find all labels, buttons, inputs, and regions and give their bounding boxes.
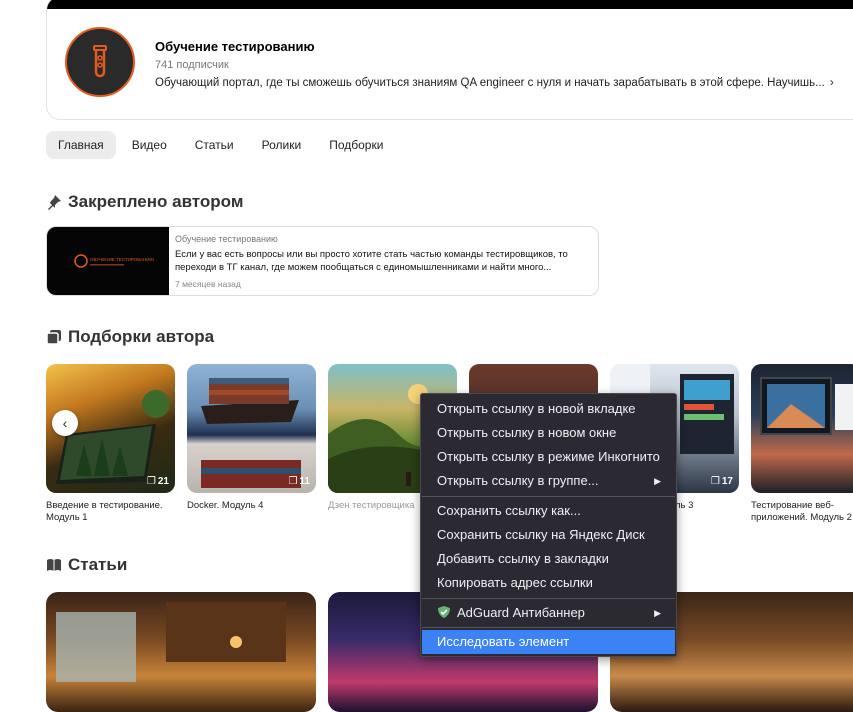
channel-description-text: Обучающий портал, где ты сможешь обучить…	[155, 77, 825, 89]
tab-main[interactable]: Главная	[46, 131, 116, 159]
collection-tile[interactable]: ❐ 11	[187, 364, 316, 493]
tab-collections[interactable]: Подборки	[317, 131, 395, 159]
channel-banner	[47, 0, 853, 9]
stack-icon: ❐	[146, 476, 156, 487]
menu-save-to-yandex-disk[interactable]: Сохранить ссылку на Яндекс Диск	[422, 523, 675, 547]
tab-articles[interactable]: Статьи	[183, 131, 246, 159]
pinned-thumb-art: ОБУЧЕНИЕ ТЕСТИРОВАНИЮ	[74, 254, 155, 268]
collection-count-badge: ❐ 21	[147, 476, 169, 487]
context-menu: Открыть ссылку в новой вкладке Открыть с…	[420, 393, 677, 657]
channel-header-card: Обучение тестированию 741 подписчик Обуч…	[46, 0, 853, 120]
flask-icon	[93, 45, 107, 78]
collection-tile[interactable]	[751, 364, 853, 493]
article-thumbnail	[56, 602, 286, 682]
collection-title[interactable]: Введение в тестирование. Модуль 1	[46, 500, 175, 524]
collection-title[interactable]: Тестирование веб-приложений. Модуль 2	[751, 500, 853, 524]
collection-count-badge: ❐ 17	[711, 476, 733, 487]
channel-title[interactable]: Обучение тестированию	[155, 39, 315, 54]
pinned-section-label: Закреплено автором	[68, 192, 244, 211]
menu-open-in-group-label: Открыть ссылку в группе...	[437, 473, 599, 488]
menu-open-new-window[interactable]: Открыть ссылку в новом окне	[422, 421, 675, 445]
collection-count: 11	[299, 476, 310, 487]
chevron-right-icon[interactable]: ›	[830, 77, 834, 89]
pinned-thumb-caption: ОБУЧЕНИЕ ТЕСТИРОВАНИЮ	[90, 257, 155, 262]
menu-open-new-tab[interactable]: Открыть ссылку в новой вкладке	[422, 397, 675, 421]
submenu-arrow-icon: ▶	[654, 608, 661, 618]
article-card[interactable]	[46, 592, 316, 712]
pinned-post-thumbnail: ОБУЧЕНИЕ ТЕСТИРОВАНИЮ	[47, 227, 169, 295]
menu-open-incognito[interactable]: Открыть ссылку в режиме Инкогнито	[422, 445, 675, 469]
collections-section-title: Подборки автора	[46, 327, 214, 347]
menu-separator	[422, 496, 675, 497]
collection-count-badge: ❐ 11	[288, 476, 310, 487]
menu-save-link-as[interactable]: Сохранить ссылку как...	[422, 499, 675, 523]
menu-open-in-group[interactable]: Открыть ссылку в группе... ▶	[422, 469, 675, 493]
pinned-post-author: Обучение тестированию	[175, 234, 278, 244]
menu-separator	[422, 627, 675, 628]
channel-tabs: Главная Видео Статьи Ролики Подборки	[46, 131, 399, 159]
adguard-shield-icon	[438, 606, 450, 618]
stack-icon: ❐	[288, 476, 298, 487]
articles-section-title: Статьи	[46, 555, 127, 575]
book-icon	[47, 559, 61, 571]
pinned-post-card[interactable]: ОБУЧЕНИЕ ТЕСТИРОВАНИЮ Обучение тестирова…	[46, 226, 599, 296]
collection-count: 17	[721, 476, 733, 487]
pin-icon	[48, 195, 61, 210]
menu-adguard-label: AdGuard Антибаннер	[457, 605, 585, 620]
pinned-section-title: Закреплено автором	[46, 192, 243, 212]
channel-avatar[interactable]	[65, 27, 135, 97]
stack-icon: ❐	[710, 476, 720, 487]
subscriber-count: 741 подписчик	[155, 59, 229, 71]
collection-art	[201, 378, 301, 488]
collections-section-label: Подборки автора	[68, 327, 215, 346]
pinned-post-time: 7 месяцев назад	[175, 279, 241, 289]
pinned-post-text: Если у вас есть вопросы или вы просто хо…	[175, 249, 568, 273]
carousel-prev-button[interactable]: ‹	[52, 410, 78, 436]
articles-section-label: Статьи	[68, 555, 128, 574]
menu-separator	[422, 598, 675, 599]
collections-icon	[46, 330, 61, 345]
tab-video[interactable]: Видео	[120, 131, 179, 159]
menu-inspect-element[interactable]: Исследовать элемент	[422, 630, 675, 654]
menu-copy-link[interactable]: Копировать адрес ссылки	[422, 571, 675, 595]
submenu-arrow-icon: ▶	[654, 476, 661, 486]
collection-art	[760, 377, 853, 435]
menu-add-bookmark[interactable]: Добавить ссылку в закладки	[422, 547, 675, 571]
collection-title[interactable]: Дзен тестировщика	[328, 500, 418, 512]
collection-title[interactable]: Docker. Модуль 4	[187, 500, 316, 512]
menu-adguard[interactable]: AdGuard Антибаннер ▶	[422, 601, 675, 625]
chevron-left-icon: ‹	[62, 415, 68, 431]
tab-shorts[interactable]: Ролики	[250, 131, 314, 159]
collection-count: 21	[157, 476, 169, 487]
channel-description[interactable]: Обучающий портал, где ты сможешь обучить…	[155, 77, 834, 89]
